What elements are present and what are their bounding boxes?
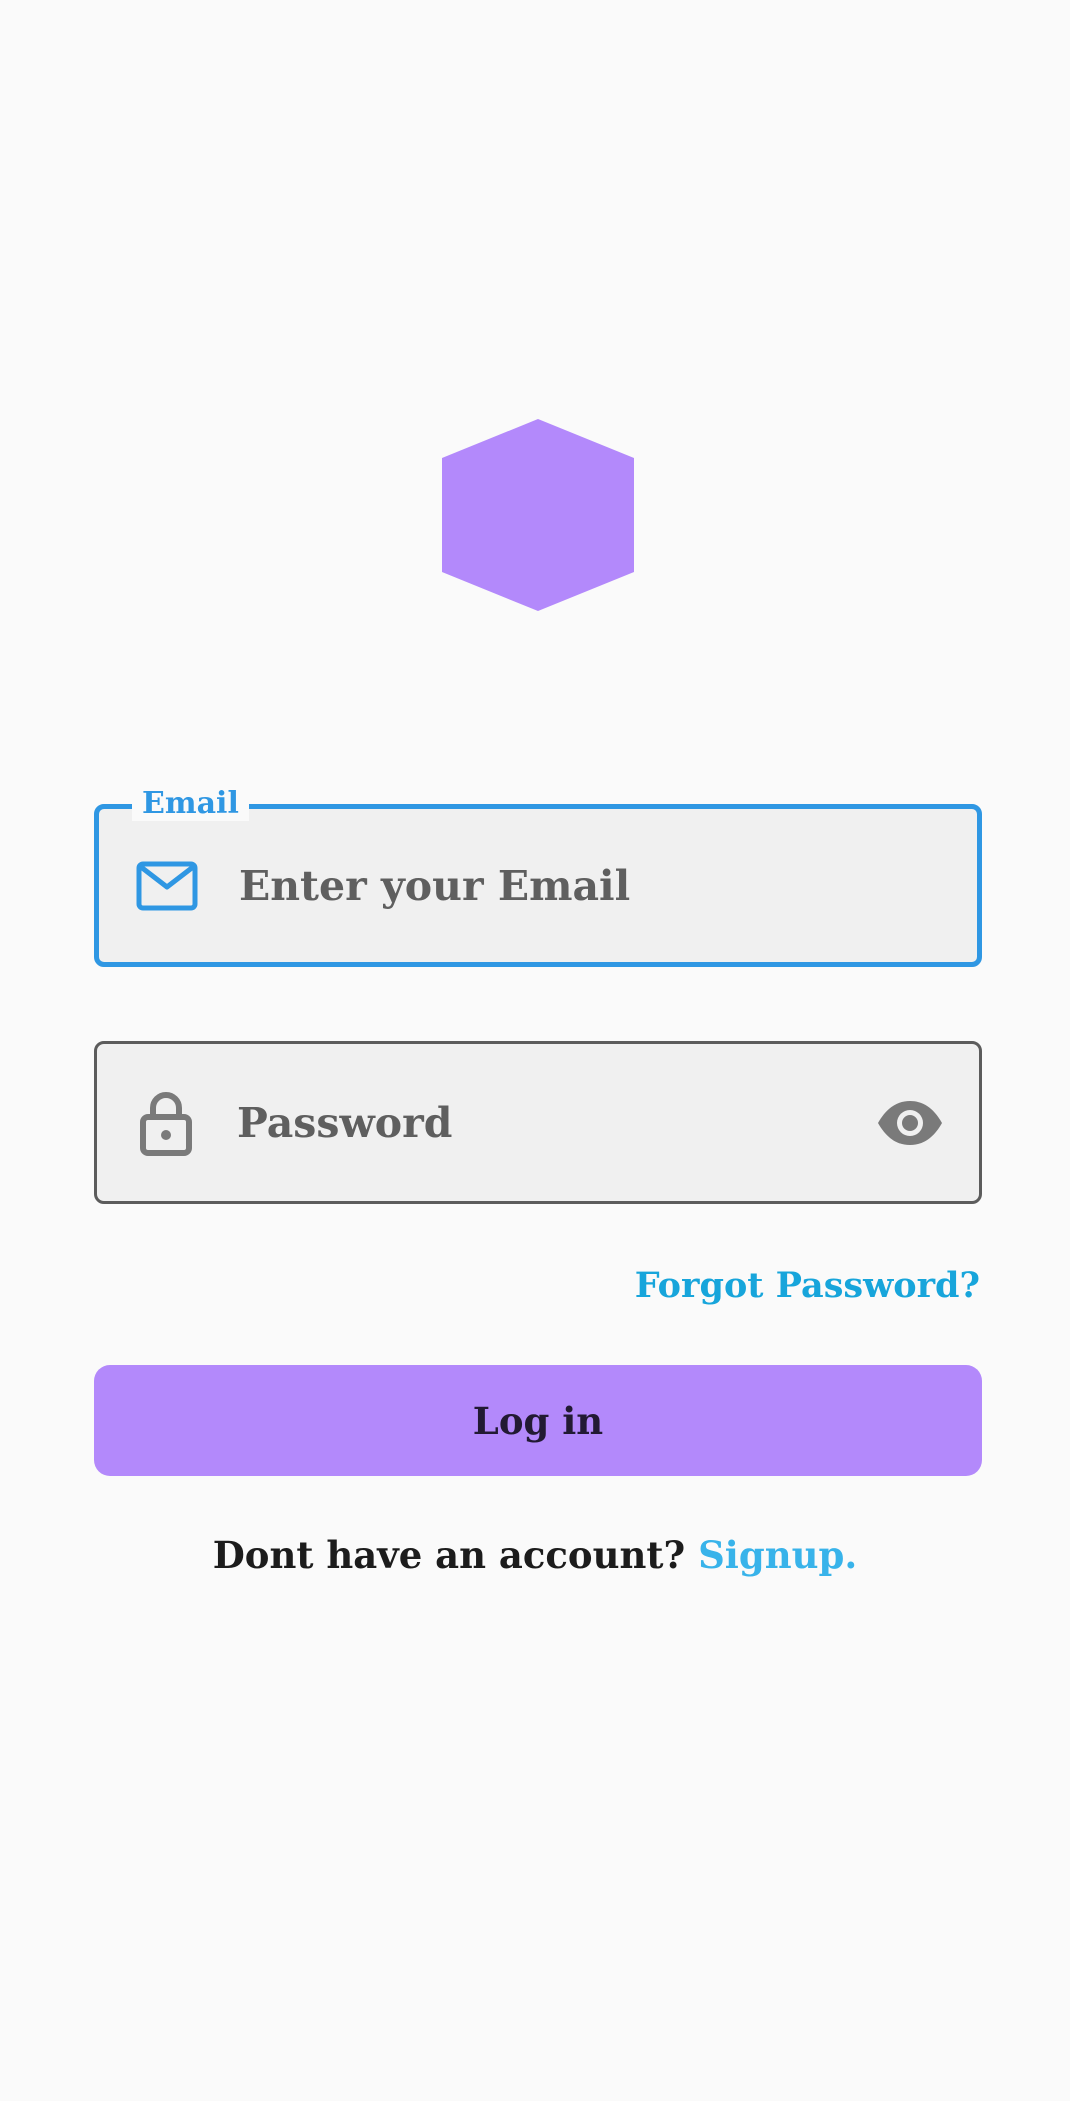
forgot-password-link[interactable]: Forgot Password? — [635, 1261, 980, 1311]
signup-link[interactable]: Signup. — [698, 1533, 857, 1577]
logo-hexagon — [442, 419, 634, 611]
email-field[interactable] — [94, 804, 982, 967]
eye-icon[interactable] — [877, 1099, 943, 1147]
login-button[interactable]: Log in — [94, 1365, 982, 1476]
lock-icon — [140, 1091, 192, 1156]
password-input[interactable] — [237, 1044, 837, 1201]
email-field-label: Email — [132, 787, 249, 821]
password-field[interactable] — [94, 1041, 982, 1204]
mail-icon — [136, 861, 198, 910]
email-input[interactable] — [239, 809, 839, 962]
signup-prompt: Dont have an account? — [212, 1533, 686, 1577]
signup-row: Dont have an account? Signup. — [0, 1530, 1070, 1580]
